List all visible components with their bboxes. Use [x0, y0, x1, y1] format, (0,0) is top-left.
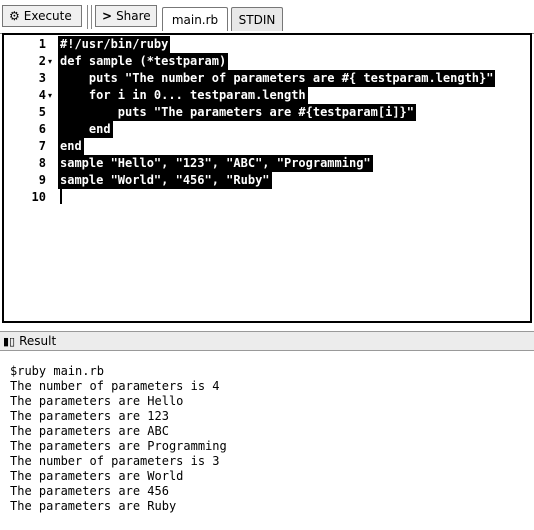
share-icon: >	[102, 9, 113, 23]
code-line: sample "World", "456", "Ruby"	[58, 172, 272, 189]
tab-main-rb[interactable]: main.rb	[162, 7, 228, 31]
output-line: The parameters are Programming	[10, 439, 227, 453]
line-number: 2	[38, 54, 46, 68]
share-label: Share	[116, 9, 151, 23]
line-number: 1	[38, 37, 46, 51]
result-output: $ruby main.rb The number of parameters is…	[10, 364, 530, 514]
output-line: The parameters are World	[10, 469, 184, 483]
code-editor[interactable]: 1 2 ▾ 3 4 ▾ 5 6 7 8 9 10 #!/usr/bin/ruby def sample …	[2, 33, 532, 323]
result-header: ▮▯ Result	[0, 331, 534, 351]
execute-button[interactable]: ⚙ Execute	[2, 5, 82, 27]
fold-toggle-icon[interactable]: ▾	[48, 87, 54, 104]
code-line: #!/usr/bin/ruby	[58, 36, 171, 53]
code-line: end	[58, 121, 113, 138]
tab-main-label: main.rb	[171, 12, 219, 27]
tab-stdin-label: STDIN	[238, 12, 276, 27]
line-number: 3	[38, 71, 46, 85]
tab-stdin[interactable]: STDIN	[231, 7, 283, 31]
output-line: The number of parameters is 4	[10, 379, 220, 393]
toolbar: ⚙ Execute > Share main.rb STDIN	[0, 0, 534, 34]
line-number: 8	[38, 156, 46, 170]
share-button[interactable]: > Share	[95, 5, 157, 27]
output-line: The parameters are ABC	[10, 424, 169, 438]
output-line: The parameters are 123	[10, 409, 169, 423]
line-number: 4	[38, 88, 46, 102]
code-line: puts "The parameters are #{testparam[i]}…	[58, 104, 417, 121]
bar-chart-icon: ▮▯	[3, 334, 16, 348]
line-number: 5	[38, 105, 46, 119]
execute-label: Execute	[23, 9, 72, 23]
output-line: The number of parameters is 3	[10, 454, 220, 468]
gear-icon: ⚙	[9, 9, 20, 23]
line-number: 6	[38, 122, 46, 136]
resize-handle[interactable]	[0, 323, 534, 331]
toolbar-separator	[87, 5, 92, 29]
result-label: Result	[19, 334, 57, 348]
output-line: The parameters are 456	[10, 484, 169, 498]
line-number: 7	[38, 139, 46, 153]
line-number: 10	[31, 190, 46, 204]
line-number: 9	[38, 173, 46, 187]
output-line: The parameters are Ruby	[10, 499, 177, 513]
code-line: def sample (*testparam)	[58, 53, 229, 70]
text-cursor	[60, 187, 62, 204]
code-line: puts "The number of parameters are #{ te…	[58, 70, 496, 87]
code-line: for i in 0... testparam.length	[58, 87, 308, 104]
code-line: sample "Hello", "123", "ABC", "Programmi…	[58, 155, 373, 172]
fold-toggle-icon[interactable]: ▾	[48, 53, 54, 70]
line-gutter: 1 2 ▾ 3 4 ▾ 5 6 7 8 9 10	[4, 35, 54, 321]
output-line: The parameters are Hello	[10, 394, 184, 408]
code-line: end	[58, 138, 84, 155]
output-line: $ruby main.rb	[10, 364, 104, 378]
